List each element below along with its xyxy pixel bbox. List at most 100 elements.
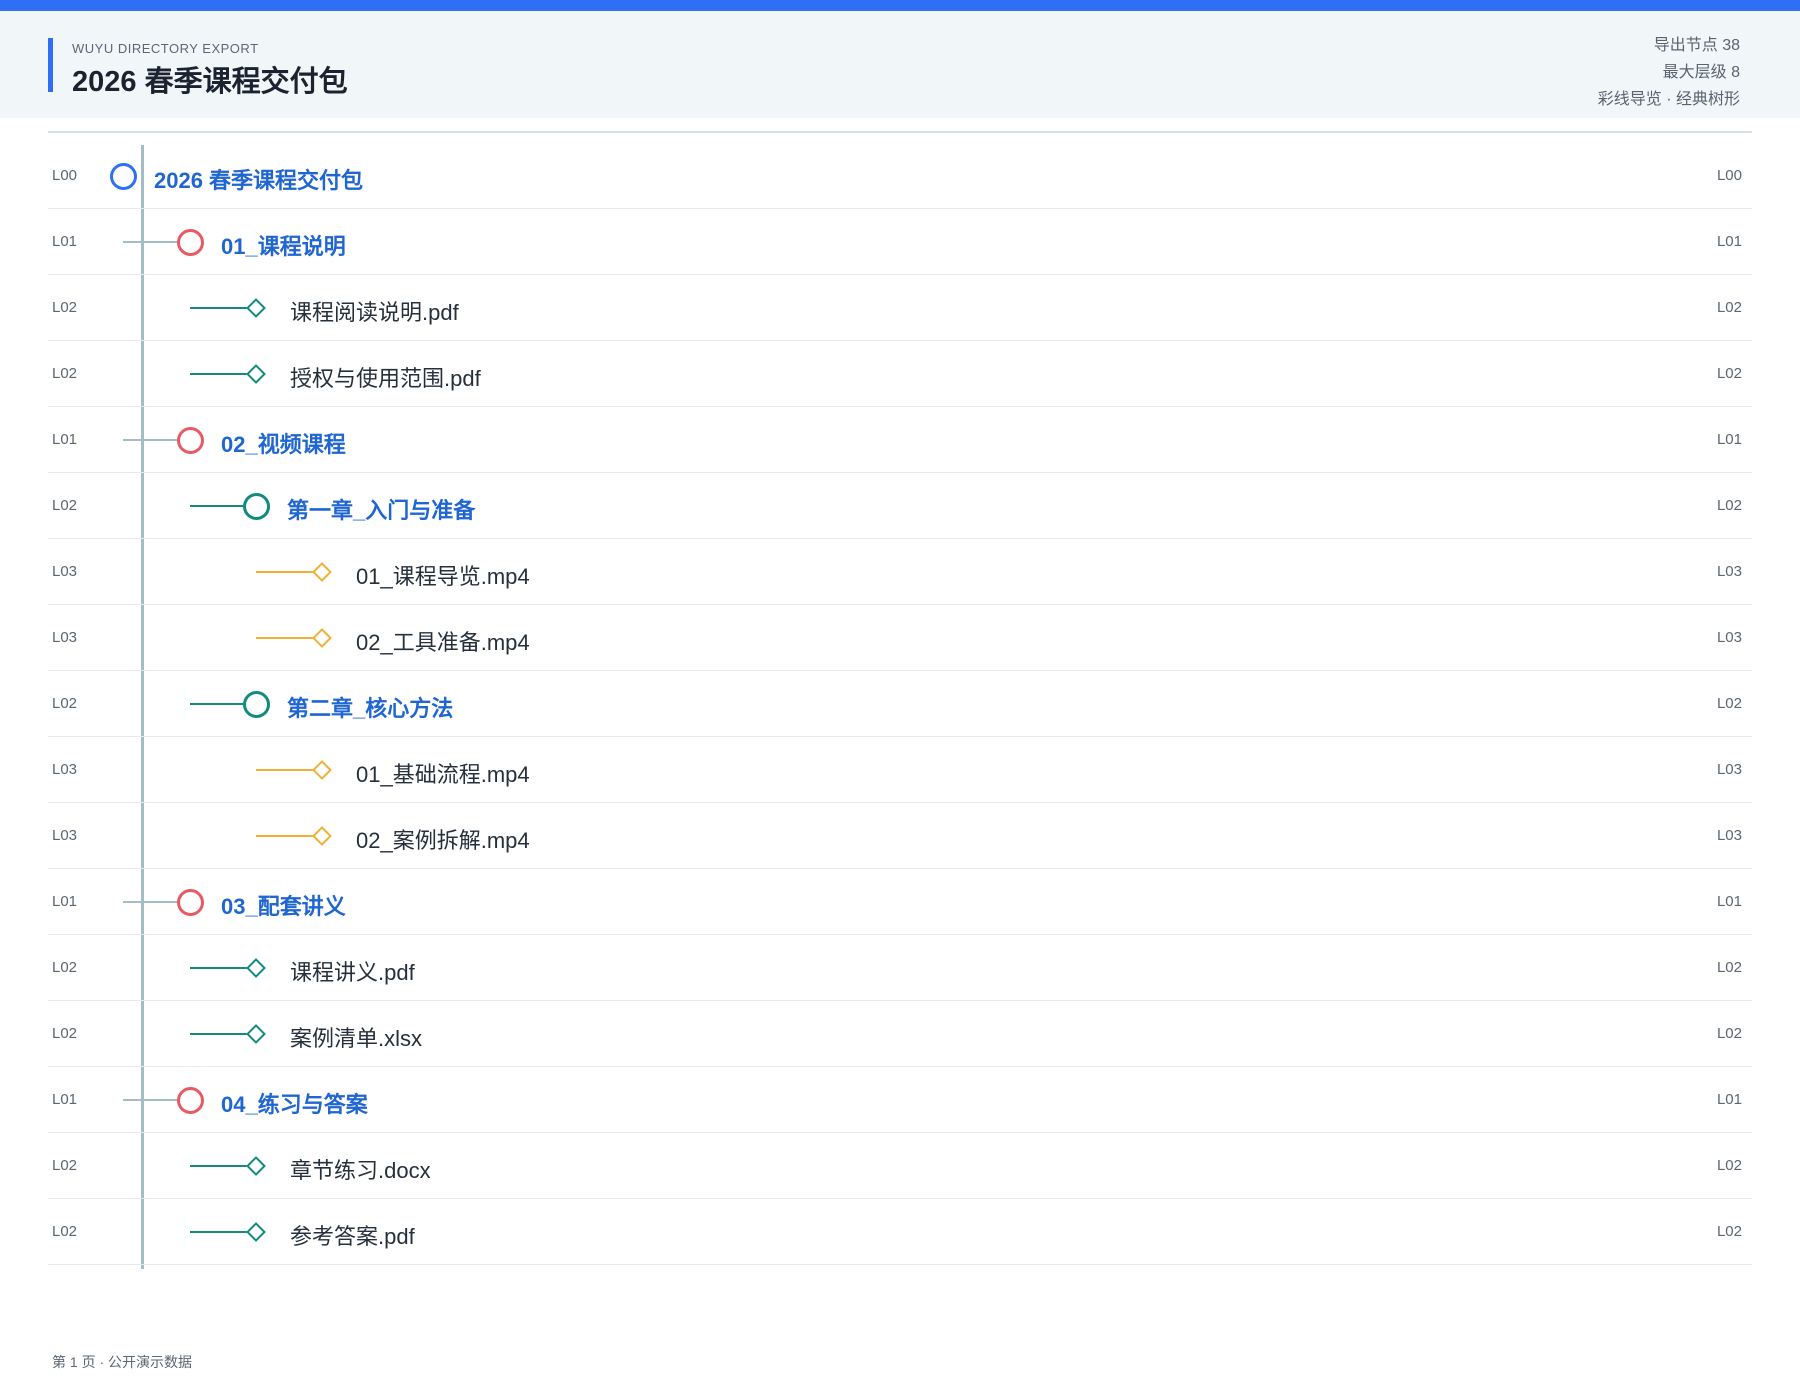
header-meta: 导出节点 38 最大层级 8 彩线导览 · 经典树形 bbox=[1598, 32, 1740, 113]
tree-row[interactable]: L01 01_课程说明 L01 bbox=[48, 209, 1752, 275]
connector-line bbox=[123, 1099, 177, 1101]
page-header: WUYU DIRECTORY EXPORT 2026 春季课程交付包 导出节点 … bbox=[0, 11, 1800, 118]
tree-row[interactable]: L02 第二章_核心方法 L02 bbox=[48, 671, 1752, 737]
connector-line bbox=[256, 571, 314, 573]
folder-label[interactable]: 02_视频课程 bbox=[221, 427, 346, 459]
level-tag-right: L03 bbox=[1716, 629, 1742, 646]
folder-label[interactable]: 2026 春季课程交付包 bbox=[154, 163, 363, 195]
file-diamond-icon bbox=[246, 298, 266, 318]
connector-line bbox=[190, 307, 248, 309]
file-diamond-icon bbox=[246, 1222, 266, 1242]
folder-circle-icon bbox=[177, 1087, 204, 1114]
file-label[interactable]: 02_案例拆解.mp4 bbox=[356, 823, 530, 855]
folder-label[interactable]: 第一章_入门与准备 bbox=[287, 493, 475, 525]
tree-row[interactable]: L01 04_练习与答案 L01 bbox=[48, 1067, 1752, 1133]
file-label[interactable]: 02_工具准备.mp4 bbox=[356, 625, 530, 657]
header-accent-stripe bbox=[48, 38, 53, 92]
level-tag-left: L01 bbox=[52, 233, 78, 250]
level-tag-left: L03 bbox=[52, 629, 78, 646]
connector-line bbox=[123, 901, 177, 903]
file-label[interactable]: 01_基础流程.mp4 bbox=[356, 757, 530, 789]
level-tag-left: L02 bbox=[52, 365, 78, 382]
meta-style: 彩线导览 · 经典树形 bbox=[1597, 91, 1740, 108]
folder-circle-icon bbox=[243, 493, 270, 520]
folder-label[interactable]: 01_课程说明 bbox=[221, 229, 346, 261]
file-diamond-icon bbox=[312, 760, 332, 780]
level-tag-right: L02 bbox=[1716, 299, 1742, 316]
tree-row[interactable]: L03 01_基础流程.mp4 L03 bbox=[48, 737, 1752, 803]
level-tag-right: L02 bbox=[1716, 695, 1742, 712]
file-label[interactable]: 章节练习.docx bbox=[290, 1153, 431, 1185]
file-diamond-icon bbox=[312, 628, 332, 648]
connector-line bbox=[190, 505, 243, 507]
level-tag-left: L02 bbox=[52, 1025, 78, 1042]
tree-row[interactable]: L02 章节练习.docx L02 bbox=[48, 1133, 1752, 1199]
level-tag-right: L03 bbox=[1716, 563, 1742, 580]
connector-line bbox=[190, 1165, 248, 1167]
file-label[interactable]: 参考答案.pdf bbox=[290, 1219, 415, 1251]
file-diamond-icon bbox=[246, 364, 266, 384]
file-label[interactable]: 课程讲义.pdf bbox=[290, 955, 415, 987]
page-title: 2026 春季课程交付包 bbox=[72, 66, 348, 98]
file-label[interactable]: 课程阅读说明.pdf bbox=[290, 295, 459, 327]
folder-label[interactable]: 04_练习与答案 bbox=[221, 1087, 368, 1119]
folder-label[interactable]: 03_配套讲义 bbox=[221, 889, 346, 921]
connector-line bbox=[256, 835, 314, 837]
file-diamond-icon bbox=[246, 1156, 266, 1176]
level-tag-left: L02 bbox=[52, 1223, 78, 1240]
file-label[interactable]: 授权与使用范围.pdf bbox=[290, 361, 481, 393]
connector-line bbox=[190, 967, 248, 969]
tree-row[interactable]: L02 第一章_入门与准备 L02 bbox=[48, 473, 1752, 539]
level-tag-right: L02 bbox=[1716, 959, 1742, 976]
level-tag-left: L03 bbox=[52, 761, 78, 778]
header-divider bbox=[48, 131, 1752, 133]
folder-label[interactable]: 第二章_核心方法 bbox=[287, 691, 453, 723]
tree-row[interactable]: L03 02_案例拆解.mp4 L03 bbox=[48, 803, 1752, 869]
file-diamond-icon bbox=[246, 1024, 266, 1044]
tree-row[interactable]: L00 2026 春季课程交付包 L00 bbox=[48, 143, 1752, 209]
header-eyebrow: WUYU DIRECTORY EXPORT bbox=[72, 41, 259, 56]
level-tag-left: L02 bbox=[52, 959, 78, 976]
file-diamond-icon bbox=[246, 958, 266, 978]
connector-line bbox=[190, 703, 243, 705]
tree-row[interactable]: L03 02_工具准备.mp4 L03 bbox=[48, 605, 1752, 671]
tree-row[interactable]: L02 授权与使用范围.pdf L02 bbox=[48, 341, 1752, 407]
level-tag-left: L01 bbox=[52, 893, 78, 910]
connector-line bbox=[190, 1231, 248, 1233]
tree-row[interactable]: L02 参考答案.pdf L02 bbox=[48, 1199, 1752, 1265]
level-tag-right: L03 bbox=[1716, 827, 1742, 844]
file-label[interactable]: 案例清单.xlsx bbox=[290, 1021, 422, 1053]
folder-circle-icon bbox=[177, 427, 204, 454]
tree-row[interactable]: L01 03_配套讲义 L01 bbox=[48, 869, 1752, 935]
level-tag-right: L01 bbox=[1716, 233, 1742, 250]
level-tag-left: L02 bbox=[52, 695, 78, 712]
level-tag-left: L01 bbox=[52, 431, 78, 448]
level-tag-right: L03 bbox=[1716, 761, 1742, 778]
page-footer: 第 1 页 · 公开演示数据 bbox=[52, 1354, 193, 1370]
tree-row[interactable]: L01 02_视频课程 L01 bbox=[48, 407, 1752, 473]
connector-line bbox=[123, 439, 177, 441]
folder-circle-icon bbox=[110, 163, 137, 190]
level-tag-left: L02 bbox=[52, 497, 78, 514]
folder-circle-icon bbox=[177, 229, 204, 256]
tree-row[interactable]: L02 案例清单.xlsx L02 bbox=[48, 1001, 1752, 1067]
level-tag-right: L01 bbox=[1716, 893, 1742, 910]
file-diamond-icon bbox=[312, 562, 332, 582]
tree-row[interactable]: L03 01_课程导览.mp4 L03 bbox=[48, 539, 1752, 605]
tree-row[interactable]: L02 课程讲义.pdf L02 bbox=[48, 935, 1752, 1001]
meta-node-count: 导出节点 38 bbox=[1653, 37, 1740, 54]
level-tag-left: L02 bbox=[52, 299, 78, 316]
meta-max-depth: 最大层级 8 bbox=[1662, 64, 1740, 81]
level-tag-right: L02 bbox=[1716, 365, 1742, 382]
level-tag-left: L02 bbox=[52, 1157, 78, 1174]
folder-circle-icon bbox=[243, 691, 270, 718]
connector-line bbox=[190, 373, 248, 375]
level-tag-right: L02 bbox=[1716, 1157, 1742, 1174]
level-tag-left: L03 bbox=[52, 563, 78, 580]
level-tag-right: L02 bbox=[1716, 1223, 1742, 1240]
file-label[interactable]: 01_课程导览.mp4 bbox=[356, 559, 530, 591]
level-tag-left: L03 bbox=[52, 827, 78, 844]
level-tag-right: L01 bbox=[1716, 431, 1742, 448]
tree-row[interactable]: L02 课程阅读说明.pdf L02 bbox=[48, 275, 1752, 341]
connector-line bbox=[190, 1033, 248, 1035]
